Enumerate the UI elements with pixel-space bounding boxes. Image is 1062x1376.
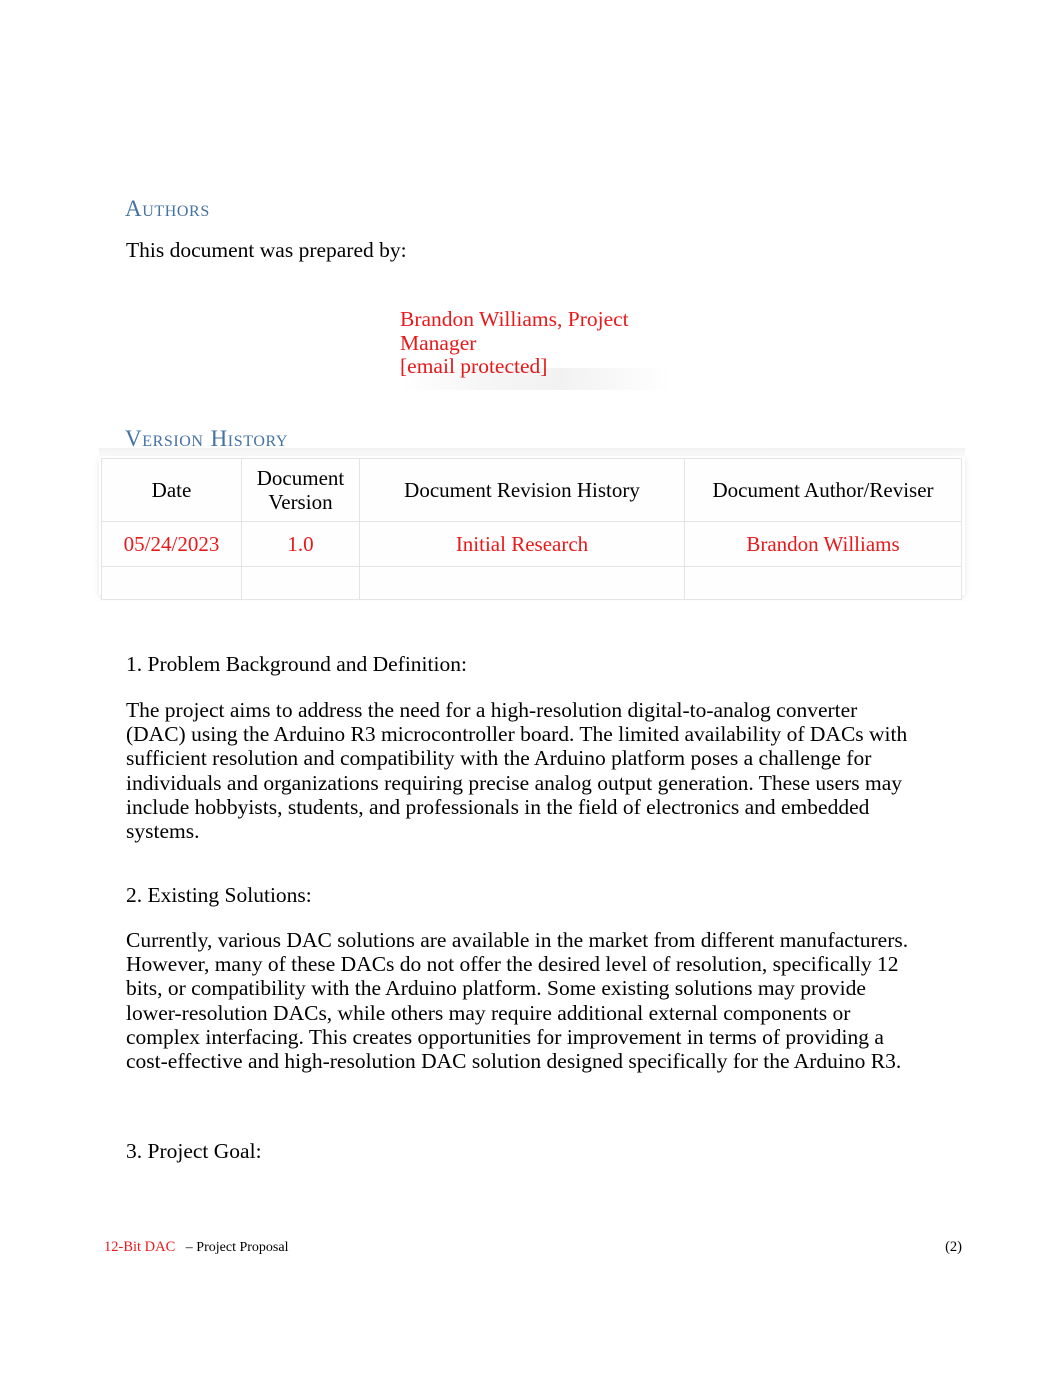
table-header-version-line-2: Version [268, 490, 333, 514]
section-heading-problem-background: 1. Problem Background and Definition: [126, 652, 467, 676]
section-heading-existing-solutions: 2. Existing Solutions: [126, 883, 312, 907]
table-cell-date: 05/24/2023 [101, 521, 242, 567]
author-email-link[interactable]: [email protected] [400, 354, 670, 379]
table-cell-author-reviser [684, 566, 962, 600]
version-heading-word-1: Version [125, 426, 204, 451]
table-cell-revision-history: Initial Research [359, 521, 685, 567]
authors-section-heading: Authors [125, 196, 210, 221]
table-cell-author-reviser: Brandon Williams [684, 521, 962, 567]
version-heading-word-2: History [210, 426, 289, 451]
section-body-problem-background: The project aims to address the need for… [126, 698, 908, 844]
table-row: 05/24/2023 1.0 Initial Research Brandon … [101, 521, 962, 567]
table-cell-version [241, 566, 360, 600]
table-header-revision-history: Document Revision History [359, 458, 685, 522]
footer-page-number: (2) [945, 1239, 962, 1255]
prepared-by-text: This document was prepared by: [126, 238, 407, 262]
author-contact-block: Brandon Williams, Project Manager [email… [400, 307, 670, 379]
table-cell-version: 1.0 [241, 521, 360, 567]
author-name-role-line-2: Manager [400, 330, 477, 355]
document-page: Authors This document was prepared by: B… [0, 0, 1062, 1376]
author-name-role-line-1: Brandon Williams, Project [400, 307, 629, 331]
table-cell-date [101, 566, 242, 600]
page-footer: 12-Bit DAC – Project Proposal (2) [104, 1239, 962, 1256]
footer-document-title: 12-Bit DAC [104, 1239, 176, 1255]
footer-document-subtitle: – Project Proposal [185, 1240, 289, 1255]
table-header-document-version: Document Version [241, 458, 360, 522]
table-header-date: Date [101, 458, 242, 522]
table-row [101, 566, 962, 600]
section-body-existing-solutions: Currently, various DAC solutions are ava… [126, 928, 909, 1074]
version-history-section-heading: Version History [125, 426, 288, 452]
table-header-author-reviser: Document Author/Reviser [684, 458, 962, 522]
section-heading-project-goal: 3. Project Goal: [126, 1139, 262, 1163]
table-header-row: Date Document Version Document Revision H… [101, 458, 962, 522]
table-cell-revision-history [359, 566, 685, 600]
version-history-table: Date Document Version Document Revision H… [101, 458, 962, 600]
table-header-version-line-1: Document [256, 466, 345, 490]
